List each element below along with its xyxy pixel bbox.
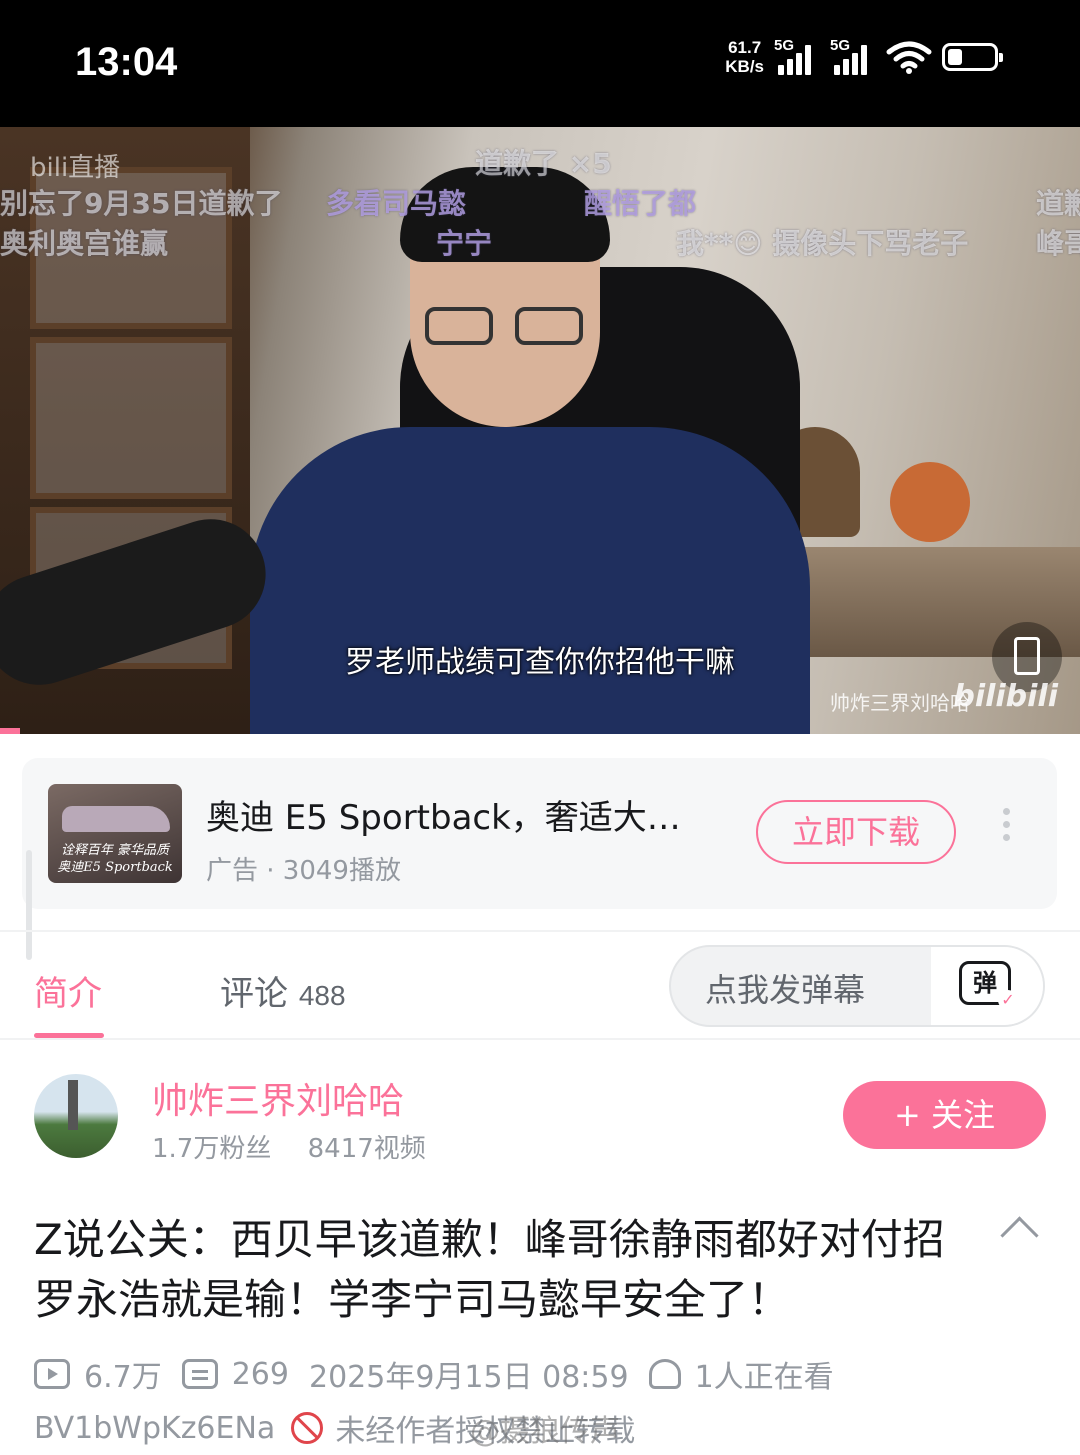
- avatar[interactable]: [34, 1074, 118, 1158]
- bilibili-logo: bilibili: [953, 679, 1058, 714]
- danmaku-input-placeholder: 点我发弹幕: [705, 971, 866, 1009]
- weibo-watermark: @摄狼传声: [470, 1414, 620, 1449]
- fans-count: 1.7万粉丝: [152, 1134, 272, 1164]
- view-count: 6.7万: [84, 1360, 162, 1395]
- video-person-glasses: [425, 307, 585, 347]
- status-bar: 13:04 61.7 KB/s 5G 5G: [0, 0, 1080, 127]
- viewers-icon: [648, 1359, 681, 1389]
- tab-comments[interactable]: 评论 488: [220, 966, 346, 1015]
- phone-rotate-icon: [1014, 637, 1040, 675]
- check-icon: ✓: [998, 990, 1018, 1010]
- danmaku-item: 道歉了 ×5: [475, 147, 612, 180]
- play-count-icon: [34, 1359, 70, 1389]
- danmaku-count: 269: [231, 1356, 289, 1392]
- status-time: 13:04: [75, 40, 178, 84]
- watching-count: 1人正在看: [694, 1360, 834, 1395]
- network-speed: 61.7 KB/s: [725, 38, 764, 76]
- more-options-icon[interactable]: [996, 808, 1016, 858]
- signal-icon: 5G: [774, 37, 820, 75]
- danmaku-item: 奥利奥宫谁赢: [0, 227, 169, 260]
- scroll-indicator: [26, 850, 32, 960]
- wifi-icon: [886, 41, 932, 74]
- live-tag: bili直播: [30, 153, 121, 183]
- battery-icon: [942, 43, 1003, 71]
- video-subtitle: 罗老师战绩可查你你招他干嘛: [345, 645, 735, 680]
- ad-title[interactable]: 奥迪 E5 Sportback，奢适大…: [206, 790, 681, 839]
- status-icons: 61.7 KB/s 5G 5G: [725, 37, 1003, 76]
- no-repost-icon: [291, 1412, 324, 1444]
- video-figurine: [890, 462, 970, 542]
- danmaku-item: 多看司马懿: [326, 187, 467, 220]
- danmaku-item: 醒悟了都: [584, 187, 697, 220]
- video-title: Z说公关：西贝早该道歉！峰哥徐静雨都好对付招罗永浩就是输！学李宁司马懿早安全了！: [34, 1215, 945, 1324]
- ad-meta: 广告 · 3049播放: [206, 856, 401, 886]
- ad-card[interactable]: 诠释百年 豪华品质 奥迪E5 Sportback 奥迪 E5 Sportback…: [22, 758, 1057, 909]
- publish-date: 2025年9月15日 08:59: [308, 1360, 629, 1395]
- danmaku-item: 我**😊 摄像头下骂老子: [676, 227, 969, 260]
- videos-count: 8417视频: [307, 1134, 426, 1164]
- avatar-image: [68, 1080, 78, 1130]
- danmaku-item: 别忘了9月35日道歉了: [0, 187, 283, 220]
- follow-button[interactable]: + 关注: [843, 1081, 1046, 1149]
- danmaku-item: 道歉: [1036, 187, 1080, 220]
- download-now-button[interactable]: 立即下载: [756, 800, 956, 864]
- video-stats: 6.7万 269 2025年9月15日 08:59 1人正在看: [34, 1352, 854, 1396]
- video-progress-bar[interactable]: [0, 728, 20, 734]
- divider: [0, 1038, 1080, 1040]
- chevron-up-icon[interactable]: [1000, 1216, 1039, 1255]
- tab-intro[interactable]: 简介: [34, 966, 102, 1015]
- ad-thumbnail-caption: 诠释百年 豪华品质 奥迪E5 Sportback: [57, 843, 173, 875]
- video-watermark: 帅炸三界刘哈哈: [830, 691, 970, 715]
- danmaku-tv-icon: 弹 ✓: [959, 961, 1018, 1010]
- danmaku-item: 宁宁: [436, 227, 493, 260]
- uploader-stats: 1.7万粉丝 8417视频: [152, 1128, 454, 1165]
- car-image: [62, 806, 170, 832]
- video-person-body: [250, 427, 810, 734]
- signal-icon: 5G: [830, 37, 876, 75]
- danmaku-count-icon: [181, 1359, 218, 1389]
- uploader-name[interactable]: 帅炸三界刘哈哈: [152, 1072, 404, 1124]
- danmaku-input[interactable]: 点我发弹幕 弹 ✓: [669, 945, 1045, 1027]
- comments-count: 488: [298, 980, 346, 1011]
- video-player[interactable]: bili直播 道歉了 ×5 别忘了9月35日道歉了 多看司马懿 醒悟了都 我**…: [0, 127, 1080, 734]
- danmaku-item: 峰哥: [1036, 227, 1080, 260]
- ad-thumbnail[interactable]: 诠释百年 豪华品质 奥迪E5 Sportback: [48, 784, 182, 883]
- divider: [0, 930, 1080, 932]
- bvid: BV1bWpKz6ENa: [34, 1410, 276, 1446]
- danmaku-settings-button[interactable]: 弹 ✓: [931, 947, 1043, 1025]
